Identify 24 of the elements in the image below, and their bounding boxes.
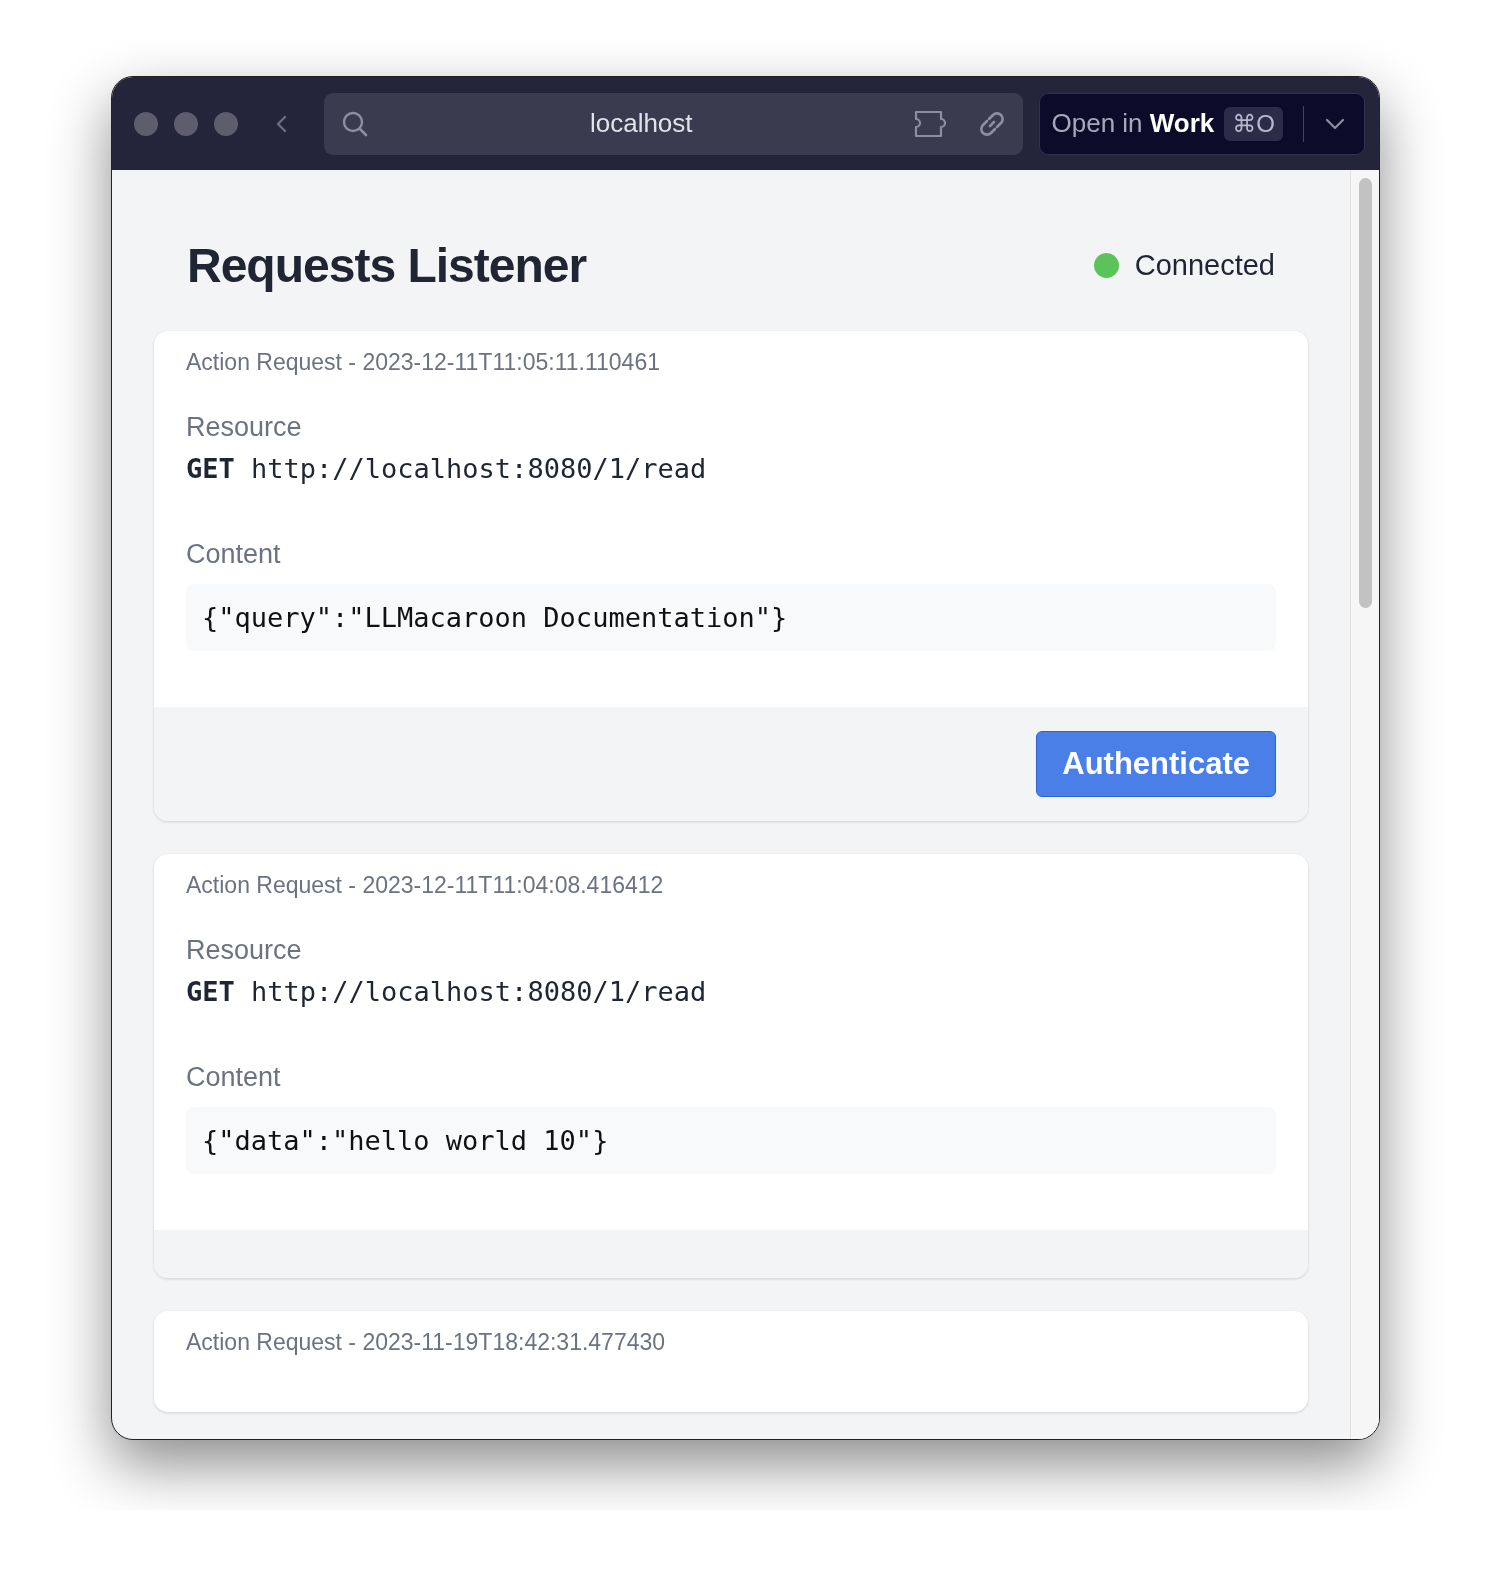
page-title: Requests Listener: [187, 238, 587, 293]
window-control-icon[interactable]: [134, 111, 158, 136]
section-label: Content: [186, 1062, 282, 1093]
window-control-icon[interactable]: [174, 111, 198, 136]
address-bar[interactable]: localhost: [324, 92, 1023, 155]
request-title: Action Request - 2023-12-11T11:04:08.416412: [186, 872, 665, 899]
window-control-icon[interactable]: [214, 111, 238, 136]
open-in-work-button[interactable]: Open in Work ⌘O: [1038, 92, 1365, 155]
request-resource: GET http://localhost:8080/1/read: [186, 976, 708, 1007]
chevron-down-icon[interactable]: [1324, 116, 1346, 131]
section-label: Resource: [186, 412, 303, 443]
section-label: Content: [186, 539, 282, 570]
request-title: Action Request - 2023-12-11T11:05:11.110461: [186, 349, 661, 376]
address-text: localhost: [588, 108, 694, 139]
content-code-block: {"data":"hello world 10"}: [186, 1107, 1276, 1174]
content-code-block: {"query":"LLMacaroon Documentation"}: [186, 584, 1276, 651]
request-title: Action Request - 2023-11-19T18:42:31.477430: [186, 1329, 667, 1356]
scrollbar-thumb[interactable]: [1358, 178, 1372, 608]
open-in-label: Open in Work: [1051, 108, 1215, 139]
status-label: Connected: [1134, 249, 1275, 282]
keyboard-shortcut: ⌘O: [1224, 106, 1283, 141]
authenticate-button[interactable]: Authenticate: [1036, 731, 1276, 797]
section-label: Resource: [186, 935, 303, 966]
request-resource: GET http://localhost:8080/1/read: [186, 453, 708, 484]
